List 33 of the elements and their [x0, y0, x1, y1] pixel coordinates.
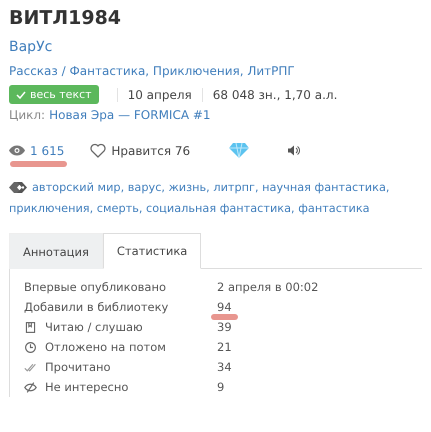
stat-value: 94: [217, 300, 232, 314]
stat-label: Не интересно: [45, 379, 128, 396]
stat-value: 9: [217, 380, 224, 394]
tab[interactable]: Статистика: [102, 233, 202, 269]
stat-label: Прочитано: [45, 359, 111, 376]
stat-label: Отложено на потом: [45, 339, 166, 356]
tags-icon: [9, 181, 27, 194]
publish-date: 10 апреля: [116, 88, 202, 102]
stat-value: 34: [217, 360, 232, 374]
author-link[interactable]: ВарУс: [9, 37, 52, 57]
likes-count: Нравится 76: [111, 144, 190, 158]
views-count: 1 615: [30, 144, 64, 158]
tags-list[interactable]: авторский мир, варус, жизнь, литрпг, научная фантастика, приключения, смерть, социальная фантастика, фантастика: [9, 177, 422, 219]
text-size: 68 048 зн., 1,70 а.л.: [202, 88, 348, 102]
check-icon: [16, 90, 26, 100]
eye-icon: [9, 145, 25, 156]
speaker-icon[interactable]: [288, 145, 300, 156]
tab[interactable]: Аннотация: [9, 233, 103, 269]
heart-icon[interactable]: [90, 143, 106, 158]
hidden-eye-icon: [24, 380, 37, 394]
cycle-label: Цикл:: [9, 108, 46, 122]
cycle-link[interactable]: Новая Эра — FORMICA #1: [49, 108, 211, 122]
book-title: ВИТЛ1984: [9, 6, 122, 31]
genre-link[interactable]: Рассказ / Фантастика, Приключения, ЛитРПГ: [9, 64, 295, 78]
clock-icon: [24, 340, 37, 354]
stat-label: Добавили в библиотеку: [24, 299, 168, 316]
stat-value: 2 апреля в 00:02: [217, 280, 318, 294]
bookmark-icon: [24, 320, 37, 334]
stat-label: Читаю / слушаю: [45, 319, 143, 336]
badge-label: весь текст: [30, 88, 92, 101]
stat-value: 39: [217, 320, 232, 334]
stat-value: 21: [217, 340, 232, 354]
stat-label: Впервые опубликовано: [24, 279, 166, 296]
